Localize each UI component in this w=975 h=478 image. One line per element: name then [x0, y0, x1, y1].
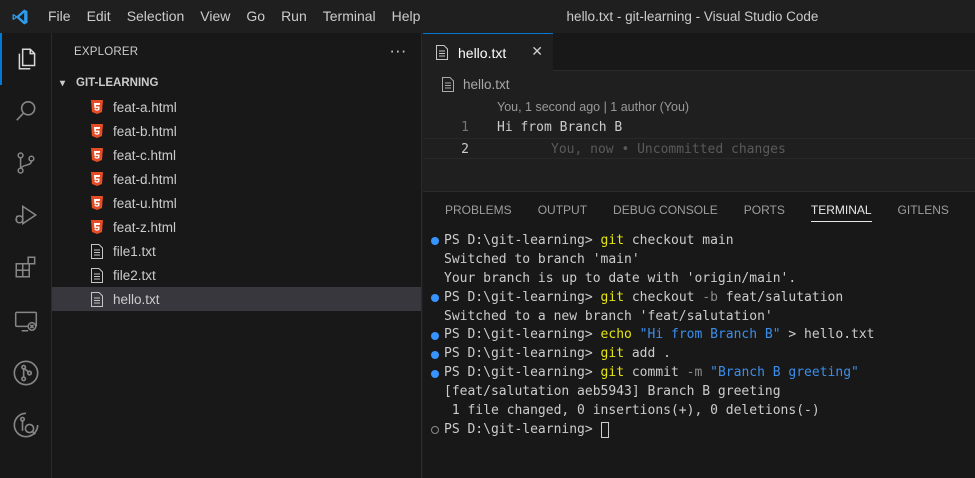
git-graph-icon[interactable]	[0, 347, 52, 399]
text-file-icon	[90, 267, 104, 283]
breadcrumb[interactable]: hello.txt	[423, 71, 975, 97]
terminal-line: Switched to branch 'main'	[444, 251, 640, 267]
run-debug-icon[interactable]	[0, 189, 52, 241]
file-name: feat-c.html	[113, 147, 177, 163]
code-line-current[interactable]: 2 You, now • Uncommitted changes	[423, 138, 975, 159]
tab-ports[interactable]: PORTS	[744, 192, 785, 228]
terminal-line: PS D:\git-learning> git checkout -b feat…	[423, 289, 975, 308]
codelens-blame[interactable]: You, 1 second ago | 1 author (You)	[423, 97, 975, 117]
tab-hello-txt[interactable]: hello.txt ✕	[423, 33, 553, 71]
editor-tabs: hello.txt ✕	[423, 33, 975, 71]
html-file-icon	[90, 195, 104, 211]
menu-run[interactable]: Run	[273, 0, 315, 33]
activity-bar	[0, 33, 52, 478]
menu-terminal[interactable]: Terminal	[315, 0, 384, 33]
command-success-dot-icon[interactable]	[431, 294, 439, 303]
file-name: feat-u.html	[113, 195, 177, 211]
terminal-line: Switched to a new branch 'feat/salutatio…	[444, 308, 773, 324]
command-success-dot-icon[interactable]	[431, 350, 439, 359]
remote-explorer-icon[interactable]	[0, 295, 52, 347]
line-number: 2	[461, 142, 469, 157]
gitlens-icon[interactable]	[0, 399, 52, 451]
folder-label: GIT-LEARNING	[76, 77, 159, 89]
text-file-icon	[90, 243, 104, 259]
command-pending-dot-icon[interactable]	[431, 426, 439, 435]
terminal-line: PS D:\git-learning> echo "Hi from Branch…	[423, 326, 975, 345]
file-name: feat-d.html	[113, 171, 177, 187]
menu-view[interactable]: View	[192, 0, 238, 33]
terminal-line: [feat/salutation aeb5943] Branch B greet…	[444, 384, 781, 400]
menu-edit[interactable]: Edit	[79, 0, 119, 33]
terminal[interactable]: PS D:\git-learning> git checkout main Sw…	[423, 228, 975, 440]
code-line[interactable]: 1 Hi from Branch B	[423, 117, 975, 138]
html-file-icon	[90, 147, 104, 163]
close-icon[interactable]: ✕	[531, 44, 543, 60]
menu-bar: File Edit Selection View Go Run Terminal…	[40, 0, 428, 33]
explorer-title: EXPLORER	[74, 46, 139, 58]
file-item[interactable]: feat-u.html	[52, 191, 421, 215]
tab-problems[interactable]: PROBLEMS	[445, 192, 512, 228]
file-name: hello.txt	[113, 291, 160, 307]
file-item-selected[interactable]: hello.txt	[52, 287, 421, 311]
file-item[interactable]: file2.txt	[52, 263, 421, 287]
command-success-dot-icon[interactable]	[431, 237, 439, 246]
file-name: file2.txt	[113, 267, 156, 283]
folder-git-learning[interactable]: ▾ GIT-LEARNING	[52, 71, 421, 95]
panel-tabs: PROBLEMS OUTPUT DEBUG CONSOLE PORTS TERM…	[423, 192, 975, 228]
file-item[interactable]: feat-z.html	[52, 215, 421, 239]
file-name: feat-b.html	[113, 123, 177, 139]
file-item[interactable]: file1.txt	[52, 239, 421, 263]
terminal-input-line[interactable]: PS D:\git-learning>	[423, 421, 975, 440]
editor-area: hello.txt ✕ hello.txt You, 1 second ago …	[423, 33, 975, 191]
source-control-icon[interactable]	[0, 137, 52, 189]
terminal-line: PS D:\git-learning> git add .	[423, 345, 975, 364]
file-item[interactable]: feat-c.html	[52, 143, 421, 167]
explorer-icon[interactable]	[0, 33, 52, 85]
file-name: file1.txt	[113, 243, 156, 259]
tab-label: hello.txt	[458, 44, 507, 61]
inline-blame: You, now • Uncommitted changes	[551, 142, 786, 157]
file-name: feat-z.html	[113, 219, 177, 235]
line-text[interactable]	[469, 139, 497, 158]
menu-selection[interactable]: Selection	[119, 0, 193, 33]
line-text[interactable]: Hi from Branch B	[469, 117, 622, 138]
menu-go[interactable]: Go	[238, 0, 273, 33]
terminal-line: Your branch is up to date with 'origin/m…	[444, 270, 797, 286]
explorer-header: EXPLORER ···	[52, 33, 421, 71]
tab-debug-console[interactable]: DEBUG CONSOLE	[613, 192, 718, 228]
terminal-line: 1 file changed, 0 insertions(+), 0 delet…	[444, 403, 820, 419]
chevron-down-icon: ▾	[60, 77, 66, 89]
file-item[interactable]: feat-a.html	[52, 95, 421, 119]
html-file-icon	[90, 123, 104, 139]
search-icon[interactable]	[0, 85, 52, 137]
file-name: feat-a.html	[113, 99, 177, 115]
more-actions-icon[interactable]: ···	[390, 43, 407, 61]
file-item[interactable]: feat-b.html	[52, 119, 421, 143]
tab-output[interactable]: OUTPUT	[538, 192, 587, 228]
terminal-cursor	[600, 422, 609, 439]
explorer-sidebar: EXPLORER ··· ▾ GIT-LEARNING feat-a.html …	[52, 33, 422, 478]
html-file-icon	[90, 99, 104, 115]
file-item[interactable]: feat-d.html	[52, 167, 421, 191]
command-success-dot-icon[interactable]	[431, 331, 439, 340]
title-bar: File Edit Selection View Go Run Terminal…	[0, 0, 975, 33]
terminal-line: PS D:\git-learning> git commit -m "Branc…	[423, 364, 975, 383]
text-file-icon	[441, 76, 455, 92]
html-file-icon	[90, 219, 104, 235]
extensions-icon[interactable]	[0, 241, 52, 293]
tab-terminal[interactable]: TERMINAL	[810, 192, 872, 228]
bottom-panel: PROBLEMS OUTPUT DEBUG CONSOLE PORTS TERM…	[423, 191, 975, 478]
breadcrumb-file[interactable]: hello.txt	[463, 77, 510, 92]
text-file-icon	[90, 291, 104, 307]
menu-help[interactable]: Help	[384, 0, 429, 33]
tab-gitlens[interactable]: GITLENS	[898, 192, 949, 228]
text-file-icon	[435, 45, 449, 61]
terminal-line: PS D:\git-learning> git checkout main	[423, 232, 975, 251]
line-number: 1	[461, 120, 469, 135]
command-success-dot-icon[interactable]	[431, 369, 439, 378]
html-file-icon	[90, 171, 104, 187]
menu-file[interactable]: File	[40, 0, 79, 33]
vscode-logo-icon[interactable]	[0, 0, 40, 33]
